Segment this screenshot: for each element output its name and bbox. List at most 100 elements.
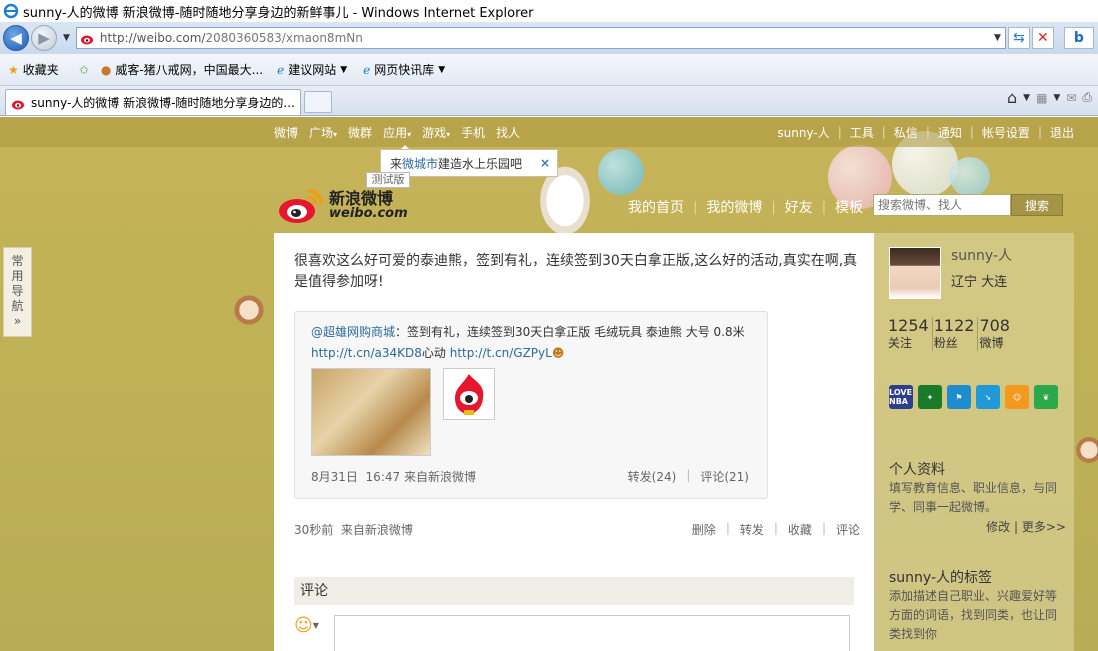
weibo-eye-logo-icon xyxy=(279,189,323,223)
post-source[interactable]: 来自新浪微博 xyxy=(341,523,413,537)
back-button[interactable]: ◀ xyxy=(3,25,29,51)
topnav-square[interactable]: 广场▾ xyxy=(309,124,337,141)
comment-textarea[interactable] xyxy=(334,615,850,651)
search-button[interactable]: 搜索 xyxy=(1011,194,1063,216)
search-provider-button[interactable]: b xyxy=(1063,27,1094,49)
url-input[interactable]: http://weibo.com/2080360583/xmaon8mNn ▼ xyxy=(75,27,1006,49)
weibo-logo[interactable]: 新浪微博 weibo.com xyxy=(277,185,408,225)
repost-comment-link[interactable]: 评论(21) xyxy=(700,468,749,485)
fav-item-zbj[interactable]: ● 威客-猪八戒网，中国最大... xyxy=(97,61,263,78)
search-box: 搜索 xyxy=(873,194,1063,216)
topnav-groups[interactable]: 微群 xyxy=(348,124,372,141)
tags-title: sunny-人的标签 xyxy=(889,570,993,586)
game-app-icon[interactable]: ✦ xyxy=(918,385,942,409)
common-nav-sidetab[interactable]: 常 用 导 航 » xyxy=(3,247,32,337)
repost-date[interactable]: 8月31日 xyxy=(311,470,358,484)
ie-logo-icon xyxy=(3,3,19,19)
comment-link[interactable]: 评论 xyxy=(836,521,860,538)
add-favorite-button[interactable]: ✩ xyxy=(79,63,89,77)
topnav-account-settings[interactable]: 帐号设置 xyxy=(982,124,1030,141)
fav-item-label: 威客-猪八戒网，中国最大... xyxy=(115,63,264,77)
edit-link[interactable]: 修改 xyxy=(986,520,1010,534)
separator: | xyxy=(969,125,974,139)
nav-my-home[interactable]: 我的首页 xyxy=(628,197,684,217)
repost-source[interactable]: 来自新浪微博 xyxy=(404,470,476,484)
topnav-tools[interactable]: 工具 xyxy=(850,124,874,141)
tool-app-icon[interactable]: ⚑ xyxy=(947,385,971,409)
nav-templates[interactable]: 模板 xyxy=(835,197,863,217)
repost-author-link[interactable]: @超雄网购商城 xyxy=(311,325,395,339)
repost-text: @超雄网购商城：签到有礼，连续签到30天白拿正版 毛绒玩具 泰迪熊 大号 0.8… xyxy=(311,322,751,364)
teddy-bear-photo[interactable] xyxy=(311,368,431,456)
close-icon[interactable]: × xyxy=(540,156,550,170)
topnav-apps-label: 应用 xyxy=(383,125,408,140)
refresh-button[interactable]: ⇆ xyxy=(1007,27,1030,49)
print-icon[interactable]: ⎙ xyxy=(1082,90,1092,105)
emoticon-icon: ☻ xyxy=(551,346,565,360)
repost-link-1[interactable]: http://t.cn/a34KD8 xyxy=(311,346,422,360)
emoticon-button[interactable]: ☺ ▼ xyxy=(294,615,319,636)
leaf-app-icon[interactable]: ❦ xyxy=(1034,385,1058,409)
fav-item-webslice[interactable]: ℯ 网页快讯库 ▼ xyxy=(359,61,445,78)
repost-meta: 8月31日 16:47 来自新浪微博 xyxy=(311,468,476,485)
home-icon[interactable]: ⌂ xyxy=(1007,88,1017,107)
post-time[interactable]: 30秒前 xyxy=(294,523,333,537)
repost-forward-link[interactable]: 转发(24) xyxy=(628,468,677,485)
history-dropdown-icon[interactable]: ▼ xyxy=(63,33,70,43)
tip-city-link[interactable]: 微城市 xyxy=(402,155,438,172)
post-actions: 删除 | 转发 | 收藏 | 评论 xyxy=(692,521,860,538)
sidetab-arrow-icon: » xyxy=(13,314,22,328)
delete-link[interactable]: 删除 xyxy=(692,521,716,538)
sidetab-char: 导 xyxy=(11,284,24,298)
fav-item-suggested[interactable]: ℯ 建议网站 ▼ xyxy=(273,61,347,78)
bing-icon: b xyxy=(1073,30,1084,46)
avatar[interactable] xyxy=(889,247,941,299)
search-input[interactable] xyxy=(873,194,1011,216)
forward-link[interactable]: 转发 xyxy=(740,521,764,538)
separator: | xyxy=(1037,125,1042,139)
stat-following[interactable]: 1254 关注 xyxy=(887,317,933,351)
nba-app-icon[interactable]: LOVE NBA xyxy=(889,385,913,409)
topnav-weibo[interactable]: 微博 xyxy=(274,124,298,141)
mail-icon[interactable]: ✉ xyxy=(1066,91,1076,105)
topnav-mobile[interactable]: 手机 xyxy=(461,124,485,141)
stat-followers[interactable]: 1122 粉丝 xyxy=(933,317,979,351)
dropdown-icon[interactable]: ▼ xyxy=(1023,93,1030,103)
dropdown-icon[interactable]: ▼ xyxy=(1053,93,1060,103)
refresh-icon: ⇆ xyxy=(1013,30,1025,46)
topnav-games[interactable]: 游戏▾ xyxy=(422,124,450,141)
weibo-favicon-icon xyxy=(12,100,24,109)
topnav-username[interactable]: sunny-人 xyxy=(777,124,829,141)
info-title: 个人资料 xyxy=(889,462,945,478)
url-dropdown-icon[interactable]: ▼ xyxy=(994,33,1005,43)
topnav-messages[interactable]: 私信 xyxy=(894,124,918,141)
topnav-notices[interactable]: 通知 xyxy=(938,124,962,141)
more-link[interactable]: 更多>> xyxy=(1022,520,1066,534)
new-tab-button[interactable] xyxy=(304,91,332,113)
forward-button[interactable]: ▶ xyxy=(31,25,57,51)
nav-my-weibo[interactable]: 我的微博 xyxy=(706,197,762,217)
favorites-button[interactable]: ★ 收藏夹 xyxy=(8,61,59,78)
topnav-logout[interactable]: 退出 xyxy=(1050,124,1074,141)
repost-time[interactable]: 16:47 xyxy=(366,470,401,484)
topnav-find-people[interactable]: 找人 xyxy=(496,124,520,141)
tab-title: sunny-人的微博 新浪微博-随时随地分享身边的... xyxy=(31,96,295,110)
sidetab-char: 航 xyxy=(11,299,24,313)
post-text: 很喜欢这么好可爱的泰迪熊，签到有礼，连续签到30天白拿正版,这么好的活动,真实在… xyxy=(294,253,858,290)
topnav-square-label: 广场 xyxy=(309,125,334,140)
info-text: 填写教育信息、职业信息，与同学、同事一起微博。 xyxy=(889,481,1058,514)
browser-tab[interactable]: sunny-人的微博 新浪微博-随时随地分享身边的... xyxy=(5,89,301,115)
repost-link-2[interactable]: http://t.cn/GZPyL xyxy=(450,346,552,360)
weibo-mascot-photo[interactable] xyxy=(443,368,495,420)
favorite-link[interactable]: 收藏 xyxy=(788,521,812,538)
stat-label: 微博 xyxy=(979,336,1004,350)
profile-name[interactable]: sunny-人 xyxy=(951,245,1012,265)
smile-app-icon[interactable]: ☺ xyxy=(1005,385,1029,409)
feeds-icon[interactable]: ▦ xyxy=(1036,91,1047,105)
stop-button[interactable]: ✕ xyxy=(1031,27,1054,49)
nav-friends[interactable]: 好友 xyxy=(785,197,813,217)
tab-bar: sunny-人的微博 新浪微博-随时随地分享身边的... xyxy=(0,86,1098,116)
arrow-app-icon[interactable]: ➘ xyxy=(976,385,1000,409)
topnav-apps[interactable]: 应用▾ xyxy=(383,124,411,141)
stat-posts[interactable]: 708 微博 xyxy=(978,317,1013,351)
